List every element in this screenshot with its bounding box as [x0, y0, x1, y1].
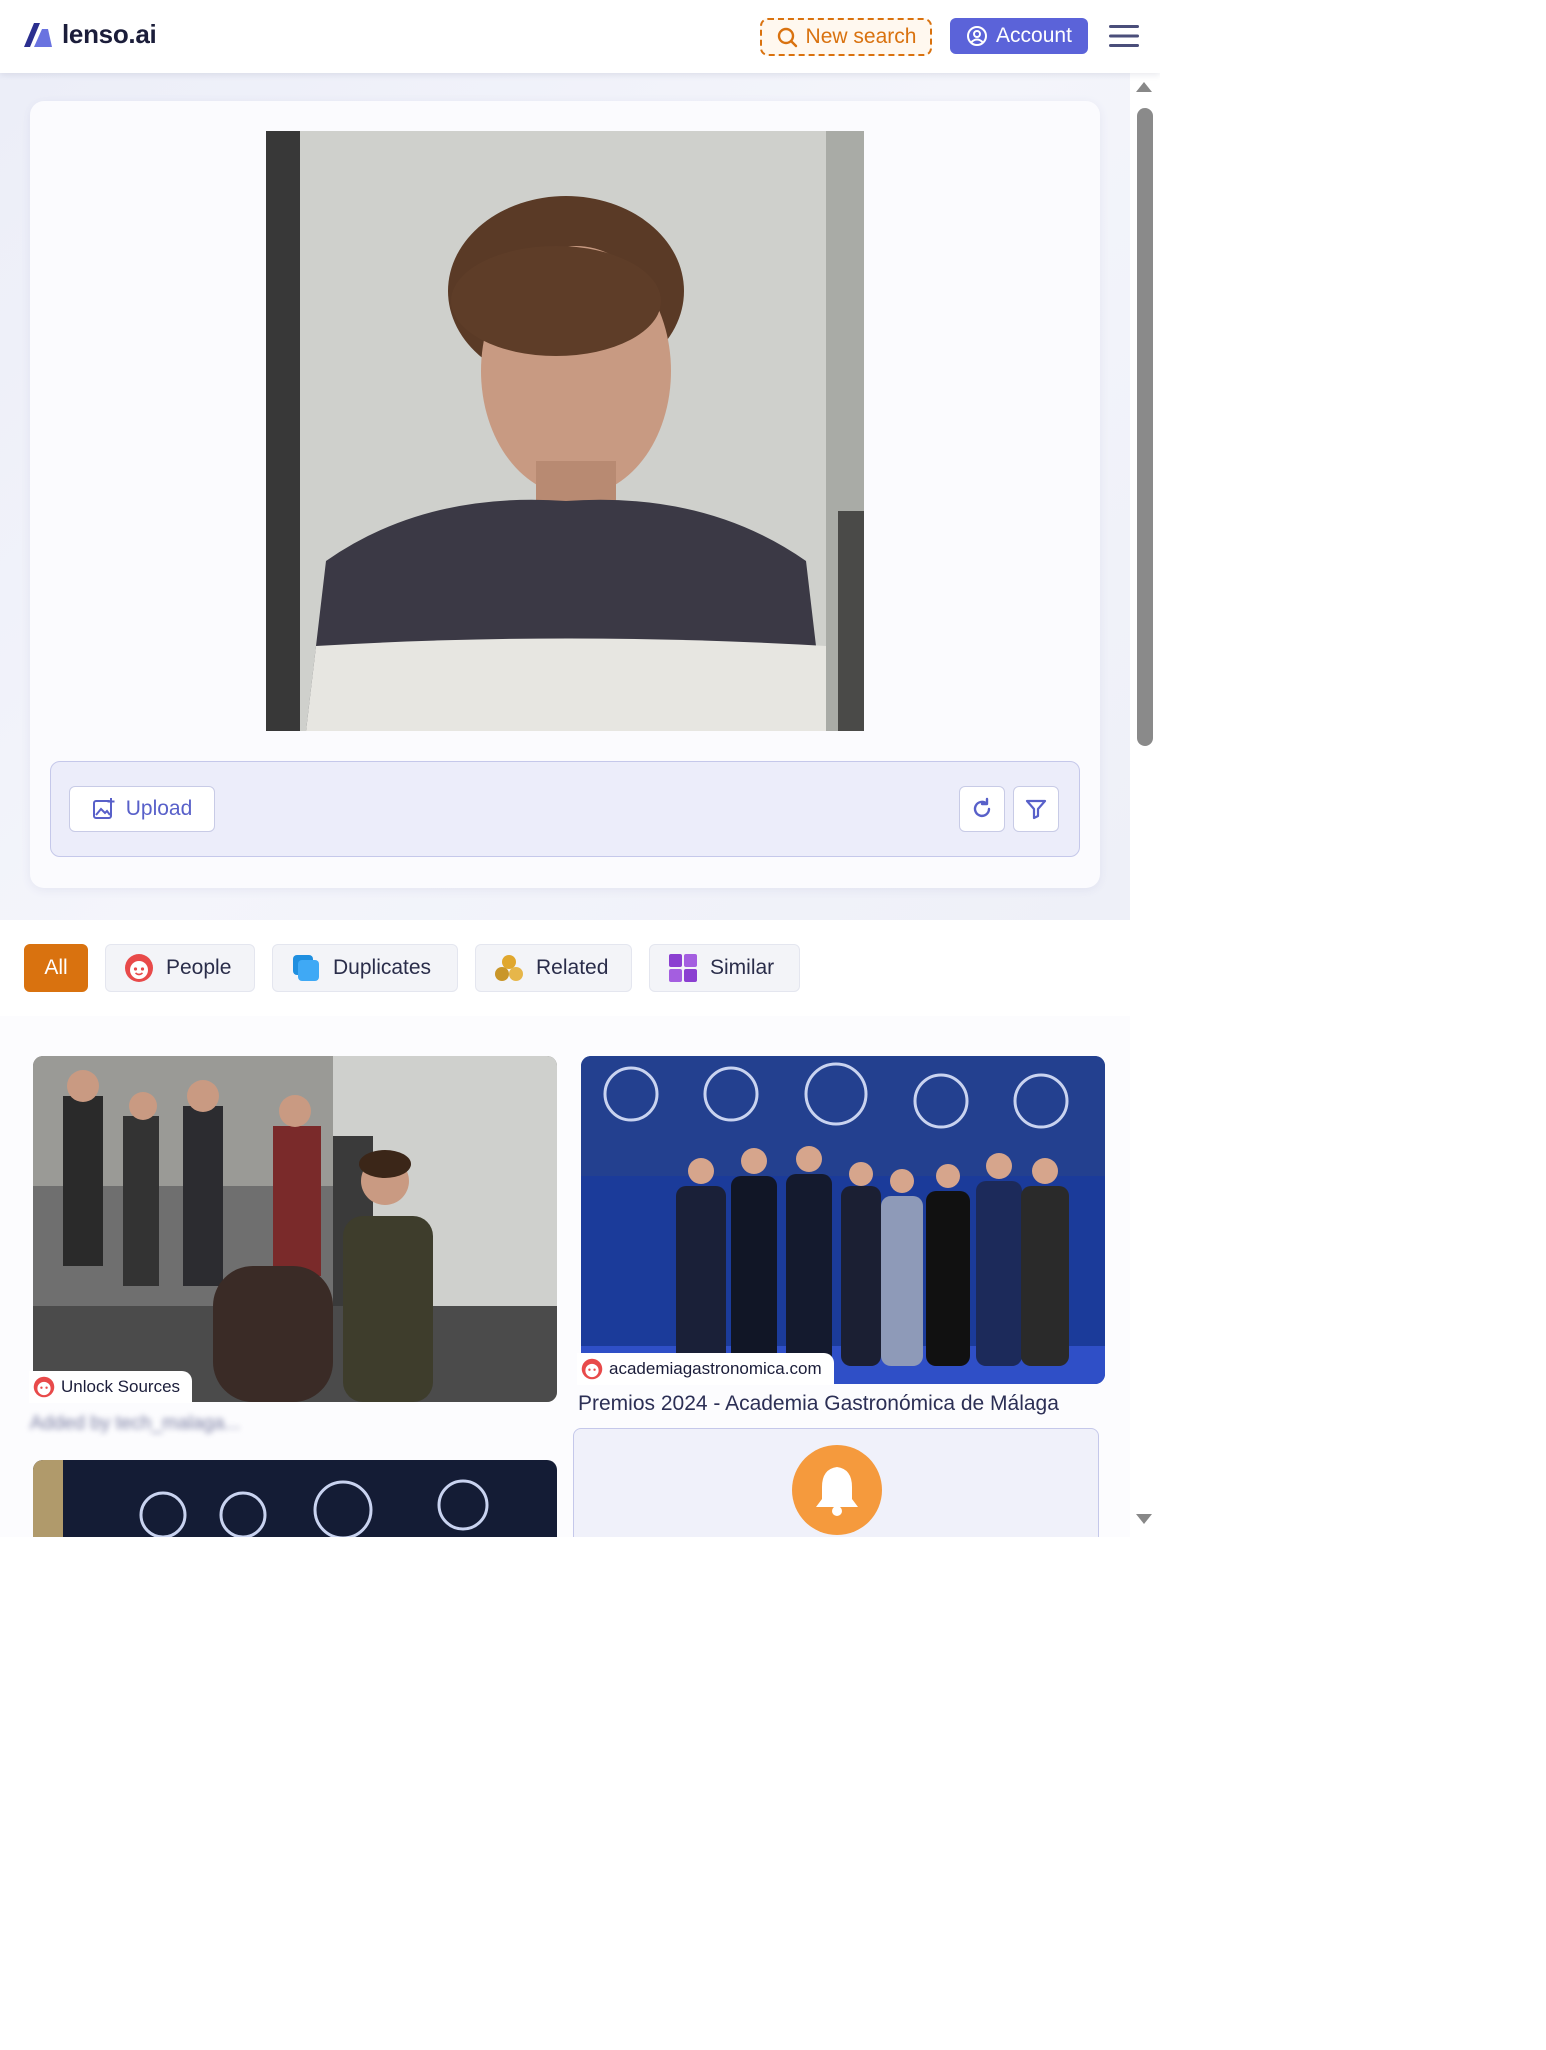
tab-duplicates[interactable]: Duplicates: [272, 944, 458, 992]
tab-related-label: Related: [536, 956, 609, 979]
top-header: lenso.ai New search Account: [0, 0, 1160, 73]
scrollbar-thumb[interactable]: [1137, 108, 1153, 746]
image-upload-icon: [92, 798, 115, 819]
tab-all[interactable]: All: [24, 944, 88, 992]
query-card: Upload: [30, 101, 1100, 888]
tab-similar[interactable]: Similar: [649, 944, 800, 992]
hamburger-menu-icon[interactable]: [1108, 22, 1140, 50]
search-icon: [777, 27, 797, 48]
tab-people-label: People: [166, 956, 232, 979]
tab-duplicates-label: Duplicates: [333, 956, 432, 979]
bell-icon-wrap: [792, 1445, 882, 1535]
upload-label: Upload: [125, 797, 193, 820]
result-badge-2[interactable]: academiagastronomica.com: [577, 1353, 834, 1385]
result-tabs: All People Duplicates Related Similar: [0, 920, 1130, 1016]
account-button[interactable]: Account: [950, 18, 1088, 54]
duplicates-icon: [293, 955, 319, 981]
face-icon: [125, 954, 153, 982]
tab-related[interactable]: Related: [475, 944, 632, 992]
result-title[interactable]: Premios 2024 - Academia Gastronómica de …: [578, 1392, 1059, 1416]
new-search-button[interactable]: New search: [760, 18, 932, 56]
result-badge-1[interactable]: Unlock Sources: [29, 1371, 193, 1403]
brand-logo[interactable]: lenso.ai: [22, 18, 157, 50]
similar-icon: [669, 954, 697, 982]
user-circle-icon: [967, 26, 988, 46]
related-icon: [495, 955, 523, 981]
blurred-caption: Added by tech_malaga...: [30, 1413, 241, 1434]
lenso-logo-icon: [24, 23, 52, 47]
refresh-button[interactable]: [959, 786, 1005, 832]
brand-name: lenso.ai: [62, 18, 157, 49]
app-window: lenso.ai New search Account Upload All P…: [0, 0, 1160, 1537]
filter-icon: [1025, 799, 1047, 820]
upload-button[interactable]: Upload: [69, 786, 215, 832]
result-image-3[interactable]: [33, 1460, 557, 1537]
result-source-domain: academiagastronomica.com: [609, 1359, 822, 1378]
unlock-sources-label: Unlock Sources: [61, 1377, 181, 1396]
query-image: [266, 131, 864, 731]
new-search-label: New search: [805, 25, 917, 48]
bell-icon: [816, 1467, 858, 1516]
search-toolbar: Upload: [50, 761, 1080, 857]
result-image-2[interactable]: [581, 1056, 1105, 1384]
search-area: Upload: [0, 73, 1130, 920]
account-label: Account: [996, 24, 1072, 47]
tab-all-label: All: [44, 956, 68, 979]
tab-similar-label: Similar: [710, 956, 775, 979]
scroll-up-arrow-icon[interactable]: [1136, 82, 1152, 92]
notification-card[interactable]: [573, 1428, 1099, 1537]
scroll-down-arrow-icon[interactable]: [1136, 1514, 1152, 1524]
filter-button[interactable]: [1013, 786, 1059, 832]
result-image-1[interactable]: [33, 1056, 557, 1402]
tab-people[interactable]: People: [105, 944, 255, 992]
face-icon: [581, 1358, 603, 1380]
refresh-icon: [973, 797, 991, 818]
face-icon: [33, 1376, 55, 1398]
